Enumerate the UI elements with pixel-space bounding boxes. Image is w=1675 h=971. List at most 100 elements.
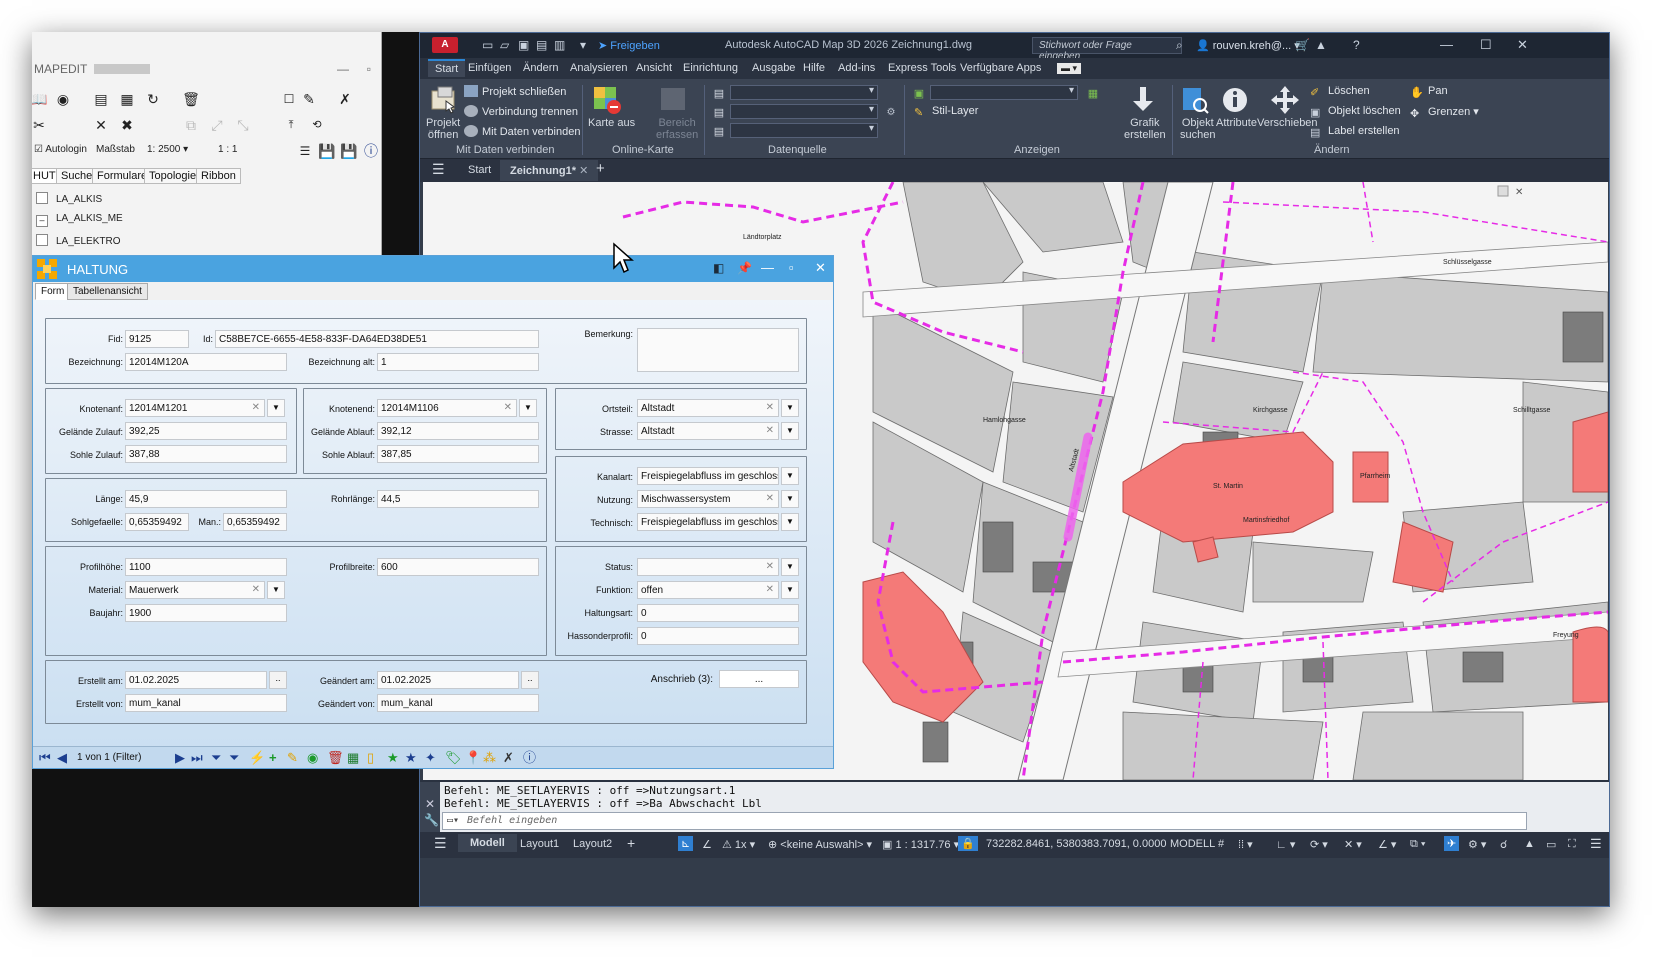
- create-graphic-label[interactable]: Grafik erstellen: [1124, 117, 1166, 141]
- delete-icon[interactable]: 🗑: [327, 751, 344, 764]
- customize-icon[interactable]: ☰: [1590, 836, 1602, 852]
- clear-icon[interactable]: ✕: [766, 584, 774, 595]
- sohle-zulauf-field[interactable]: 387,88: [125, 445, 287, 463]
- hassonderprofil-field[interactable]: 0: [637, 627, 799, 645]
- laenge-field[interactable]: 45,9: [125, 490, 287, 508]
- fullscreen-icon[interactable]: ⛶: [1568, 838, 1576, 851]
- annotation-visibility-icon[interactable]: ✈: [1444, 836, 1460, 851]
- lightning-icon[interactable]: ⚡: [249, 751, 265, 764]
- save-icon[interactable]: ▣: [518, 38, 529, 52]
- bezeichnung-alt-field[interactable]: 1: [377, 353, 539, 371]
- find-object-icon[interactable]: [1180, 85, 1210, 115]
- star-blue-icon[interactable]: ★: [405, 751, 417, 764]
- geaendert-am-field[interactable]: 01.02.2025: [377, 671, 519, 689]
- search-icon[interactable]: ⌕: [1176, 38, 1183, 53]
- layers-icon[interactable]: ◧: [713, 261, 724, 275]
- baujahr-field[interactable]: 1900: [125, 604, 287, 622]
- document-icon[interactable]: ▤: [92, 90, 110, 108]
- tag-icon[interactable]: 🏷: [445, 751, 462, 764]
- gear-icon[interactable]: ⚙ ▾: [1468, 838, 1486, 851]
- delete-button[interactable]: ✐ Löschen: [1310, 85, 1370, 99]
- ribbon-tab-verfuegbare-apps[interactable]: Verfügbare Apps: [960, 62, 1041, 74]
- ribbon-toggle-icon[interactable]: ▬ ▾: [1057, 63, 1082, 74]
- annotation-scale[interactable]: ⚠ 1x ▾: [722, 838, 755, 851]
- project-open-label[interactable]: Projekt öffnen: [426, 117, 460, 141]
- star-add-icon[interactable]: ✦: [425, 751, 436, 764]
- knotenanf-dropdown[interactable]: ▼: [267, 399, 285, 417]
- close-icon[interactable]: ✕: [815, 260, 826, 276]
- funktion-dropdown[interactable]: ▼: [781, 581, 799, 599]
- pin-icon[interactable]: 📌: [737, 261, 752, 275]
- clear-icon[interactable]: ✕: [766, 402, 774, 413]
- filter-icon[interactable]: ⏷: [211, 751, 221, 764]
- pan-button[interactable]: ✋ Pan: [1410, 85, 1448, 99]
- marker-icon[interactable]: 📍: [465, 751, 481, 764]
- fid-field[interactable]: 9125: [125, 330, 189, 348]
- technisch-combo[interactable]: Freispiegelabfluss im geschlosse: [637, 513, 779, 531]
- knotenanf-combo[interactable]: 12014M1201 ✕: [125, 399, 265, 417]
- lineweight-icon[interactable]: ∠ ▾: [1378, 838, 1396, 851]
- ribbon-tab-analysieren[interactable]: Analysieren: [570, 62, 627, 74]
- display-combo[interactable]: [930, 85, 1078, 100]
- tab-model[interactable]: Modell: [458, 834, 517, 852]
- man-field[interactable]: 0,65359492: [223, 513, 287, 531]
- book-icon[interactable]: 📖: [32, 90, 48, 108]
- info-icon[interactable]: [1220, 85, 1250, 115]
- markers-icon[interactable]: ⁂: [483, 751, 496, 764]
- share-button[interactable]: ➤ Freigeben: [598, 39, 660, 52]
- map-off-label[interactable]: Karte aus: [588, 117, 635, 129]
- display-options-icon[interactable]: ▦: [1084, 85, 1102, 103]
- gelaende-ablauf-field[interactable]: 392,12: [377, 422, 539, 440]
- ribbon-tab-hilfe[interactable]: Hilfe: [803, 62, 825, 74]
- layer-item[interactable]: – LA_ALKIS_ME: [36, 213, 123, 227]
- bezeichnung-field[interactable]: 12014M120A: [125, 353, 287, 371]
- rohrlaenge-field[interactable]: 44,5: [377, 490, 539, 508]
- star-icon[interactable]: ★: [387, 751, 399, 764]
- polar-icon[interactable]: ∠: [702, 838, 712, 851]
- create-label-button[interactable]: ▤ Label erstellen: [1310, 125, 1400, 139]
- ribbon-tab-addins[interactable]: Add-ins: [838, 62, 875, 74]
- document-icon[interactable]: ▯: [367, 751, 374, 764]
- erstellt-am-picker[interactable]: ..: [269, 671, 287, 689]
- previous-record-icon[interactable]: ◀: [57, 751, 67, 764]
- last-record-icon[interactable]: ⏭: [191, 751, 203, 764]
- command-input[interactable]: ▭▾ Befehl eingeben: [442, 812, 1527, 830]
- tab-tabellenansicht[interactable]: Tabellenansicht: [67, 283, 148, 300]
- grid-icon[interactable]: #: [1218, 838, 1224, 850]
- map-off-icon[interactable]: [592, 85, 622, 115]
- save-icon[interactable]: 💾: [318, 142, 336, 160]
- ribbon-tab-aendern[interactable]: Ändern: [523, 62, 558, 74]
- clear-icon[interactable]: ✕: [766, 561, 774, 572]
- excel-icon[interactable]: ▦: [347, 751, 359, 764]
- add-tab-icon[interactable]: +: [596, 160, 605, 177]
- close-icon[interactable]: ✕: [1517, 37, 1528, 53]
- nutzung-combo[interactable]: Mischwassersystem ✕: [637, 490, 779, 508]
- filter-remove-icon[interactable]: ⏷: [229, 751, 239, 764]
- minimize-icon[interactable]: —: [761, 260, 774, 275]
- hamburger-icon[interactable]: ☰: [434, 835, 447, 852]
- model-space-toggle[interactable]: MODELL: [1170, 838, 1215, 850]
- material-combo[interactable]: Mauerwerk ✕: [125, 581, 265, 599]
- bemerkung-field[interactable]: [637, 328, 799, 372]
- clear-icon[interactable]: ✕: [504, 402, 512, 413]
- knotenend-combo[interactable]: 12014M1106 ✕: [377, 399, 517, 417]
- cut-tool-icon[interactable]: ✂: [32, 116, 48, 134]
- id-field[interactable]: C58BE7CE-6655-4E58-833F-DA64ED38DE51: [215, 330, 539, 348]
- minimize-icon[interactable]: —: [337, 62, 349, 76]
- a360-icon[interactable]: ▲: [1315, 38, 1327, 52]
- ribbon-tab-einfuegen[interactable]: Einfügen: [468, 62, 511, 74]
- geaendert-am-picker[interactable]: ..: [521, 671, 539, 689]
- pencil-icon[interactable]: ✎: [300, 90, 318, 108]
- user-menu[interactable]: 👤 rouven.kreh@... ▾: [1196, 39, 1300, 52]
- globe-icon[interactable]: ◉: [307, 751, 318, 764]
- open-icon[interactable]: ▱: [500, 38, 509, 52]
- style-layer-button[interactable]: ✎ Stil-Layer: [914, 105, 978, 119]
- first-record-icon[interactable]: ⏮: [39, 751, 51, 764]
- refresh-icon[interactable]: ↻: [144, 90, 162, 108]
- checkbox-icon[interactable]: ☐: [280, 90, 298, 108]
- tab-layout1[interactable]: Layout1: [520, 838, 559, 850]
- isodraft-icon[interactable]: ⟳ ▾: [1310, 838, 1328, 851]
- add-icon[interactable]: +: [269, 751, 277, 764]
- next-record-icon[interactable]: ▶: [175, 751, 185, 764]
- sync-dwg-icon[interactable]: ⟲: [308, 116, 326, 134]
